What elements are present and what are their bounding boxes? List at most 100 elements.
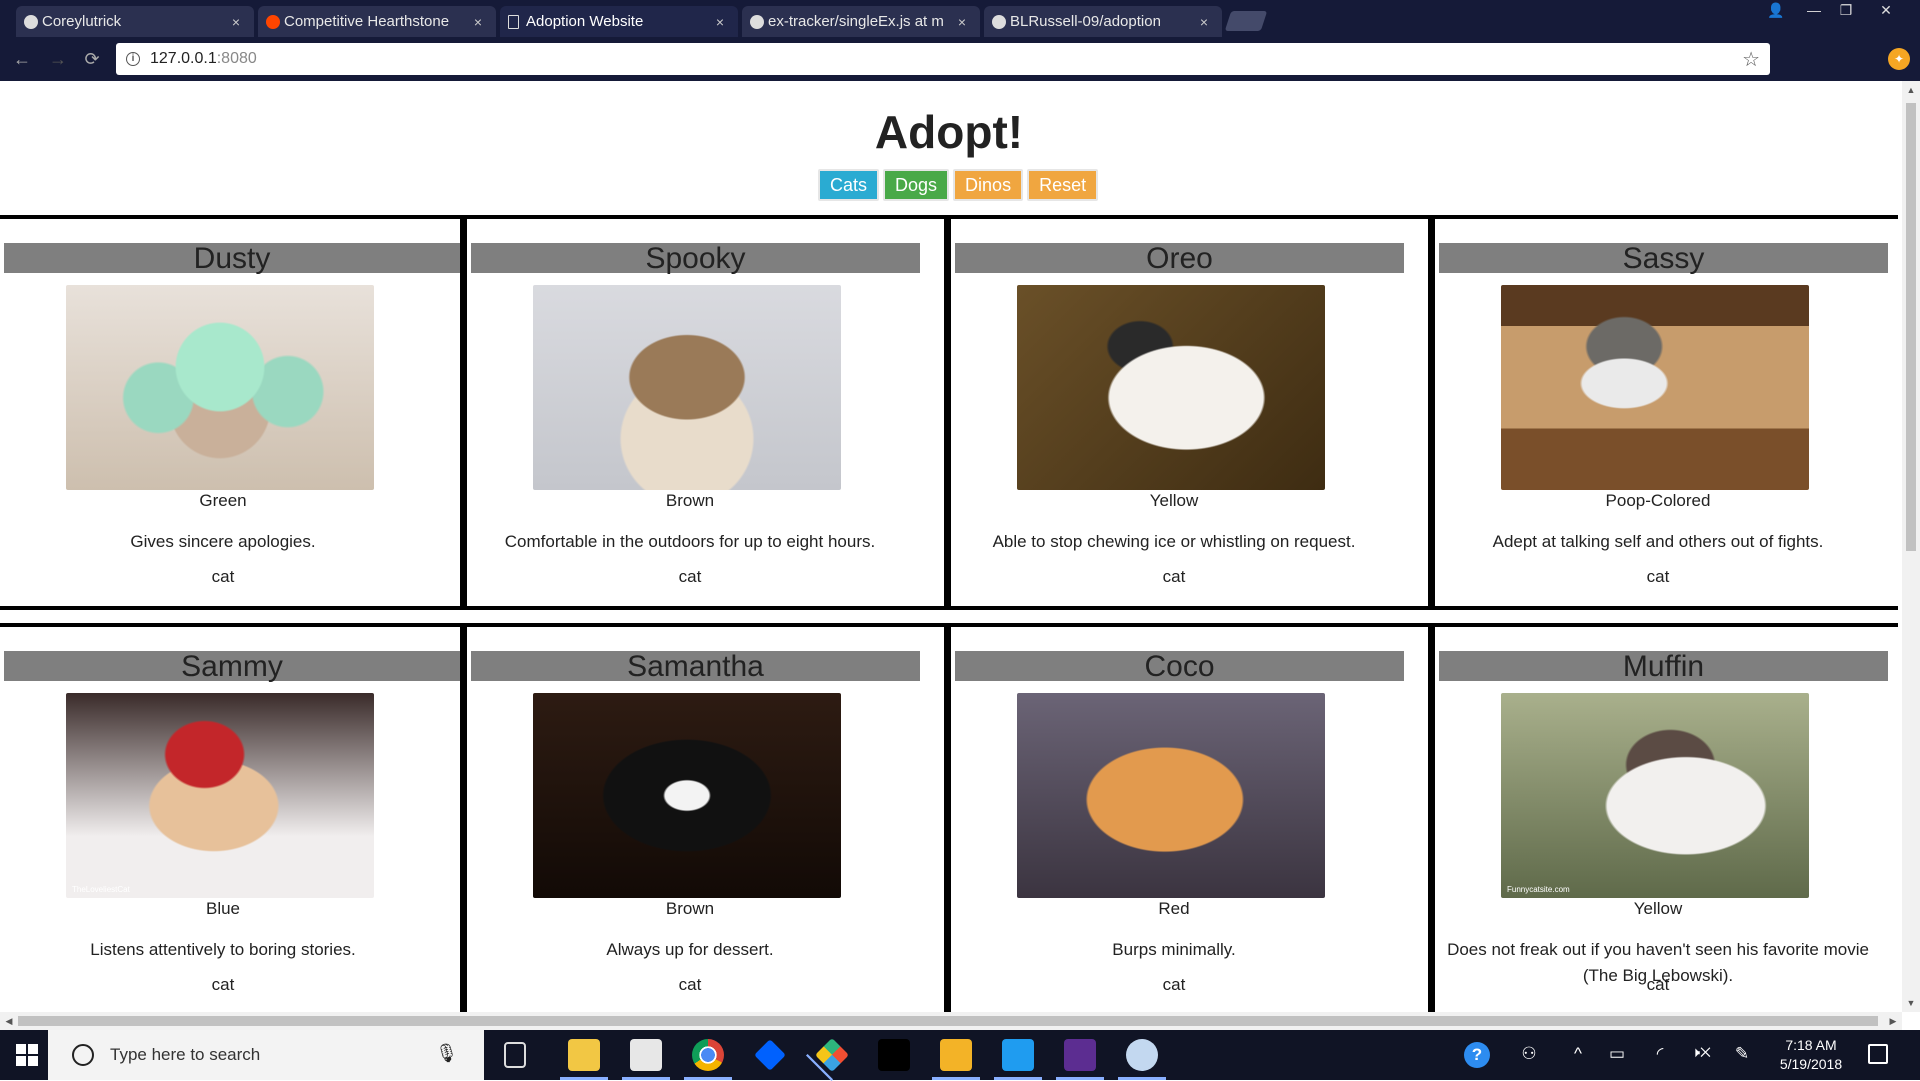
- wifi-icon[interactable]: ◜: [1648, 1044, 1672, 1066]
- tab-title: Coreylutrick: [42, 13, 122, 30]
- pet-special-skill: Comfortable in the outdoors for up to ei…: [504, 532, 876, 551]
- reload-icon[interactable]: ⟳: [80, 47, 104, 71]
- cortana-icon[interactable]: [72, 1044, 94, 1066]
- filter-button-group: Cats Dogs Dinos Reset: [818, 169, 1099, 201]
- browser-toolbar: ← → ⟳ i 127.0.0.1:8080 ☆ ✦: [0, 37, 1920, 81]
- pet-color: Poop-Colored: [1605, 491, 1711, 510]
- windows-taskbar: Type here to search 🎙 ? ⚇ ^ ▭ ◜ 🕨✕ ✎ 7:1…: [0, 1030, 1920, 1080]
- tab-close-icon[interactable]: ×: [1196, 14, 1212, 30]
- address-bar[interactable]: i 127.0.0.1:8080 ☆: [116, 43, 1770, 75]
- pet-special-skill: Gives sincere apologies.: [130, 532, 316, 551]
- chrome-icon[interactable]: [684, 1039, 732, 1080]
- back-arrow-icon[interactable]: ←: [10, 47, 34, 71]
- restore-button[interactable]: ❐: [1828, 0, 1864, 22]
- vertical-scrollbar[interactable]: ▲ ▼: [1902, 81, 1920, 1012]
- cats-filter-button[interactable]: Cats: [818, 169, 880, 201]
- scroll-left-arrow-icon[interactable]: ◀: [0, 1012, 18, 1030]
- pet-special-skill: Listens attentively to boring stories.: [90, 940, 356, 959]
- pet-name: Dusty: [4, 243, 460, 275]
- scroll-up-arrow-icon[interactable]: ▲: [1902, 81, 1920, 99]
- tab-adoption-website[interactable]: Adoption Website ×: [500, 6, 738, 37]
- url-text[interactable]: 127.0.0.1:8080: [150, 50, 257, 68]
- git-icon[interactable]: [815, 1038, 849, 1072]
- pen-icon[interactable]: ✎: [1730, 1044, 1754, 1066]
- pet-color: Yellow: [1149, 491, 1199, 510]
- bookmark-star-icon[interactable]: ☆: [1742, 47, 1760, 72]
- store-icon[interactable]: [622, 1039, 670, 1080]
- reset-filter-button[interactable]: Reset: [1027, 169, 1099, 201]
- tab-close-icon[interactable]: ×: [712, 14, 728, 30]
- forward-arrow-icon[interactable]: →: [46, 47, 70, 71]
- new-tab-button[interactable]: [1224, 11, 1268, 31]
- pet-photo: [1501, 285, 1809, 490]
- pet-name: Muffin: [1439, 651, 1888, 683]
- pet-type: cat: [678, 567, 702, 586]
- sway-icon[interactable]: [932, 1039, 980, 1080]
- tab-ex-tracker[interactable]: ex-tracker/singleEx.js at m ×: [742, 6, 980, 37]
- volume-muted-icon[interactable]: 🕨✕: [1686, 1044, 1716, 1066]
- pet-type: cat: [678, 975, 702, 994]
- user-profile-icon[interactable]: 👤: [1758, 0, 1794, 22]
- scrollbar-thumb[interactable]: [18, 1016, 1878, 1026]
- url-port: :8080: [216, 50, 257, 67]
- netflix-icon[interactable]: [878, 1039, 910, 1071]
- site-info-icon[interactable]: i: [126, 52, 140, 66]
- github-icon: [750, 15, 764, 29]
- help-icon[interactable]: ?: [1464, 1042, 1490, 1068]
- pet-photo: [533, 285, 841, 490]
- web-page: Adopt! Cats Dogs Dinos Reset Dusty Green…: [0, 81, 1902, 1012]
- pet-card: Sammy TheLoveliestCat Blue Listens atten…: [0, 627, 476, 1012]
- page-title: Adopt!: [874, 106, 1024, 158]
- tab-close-icon[interactable]: ×: [228, 14, 244, 30]
- tab-coreylutrick[interactable]: Coreylutrick ×: [16, 6, 254, 37]
- vscode-icon[interactable]: [994, 1039, 1042, 1080]
- pet-special-skill: Adept at talking self and others out of …: [1492, 532, 1824, 551]
- scrollbar-thumb[interactable]: [1906, 103, 1916, 551]
- reddit-icon: [266, 15, 280, 29]
- github-icon: [24, 15, 38, 29]
- minimize-button[interactable]: —: [1796, 0, 1832, 22]
- pet-type: cat: [1646, 975, 1670, 994]
- tab-title: ex-tracker/singleEx.js at m: [768, 13, 944, 30]
- scroll-down-arrow-icon[interactable]: ▼: [1902, 994, 1920, 1012]
- clock-date: 5/19/2018: [1779, 1056, 1843, 1072]
- pet-special-skill: Burps minimally.: [1112, 940, 1236, 959]
- tab-close-icon[interactable]: ×: [954, 14, 970, 30]
- pet-photo: Funnycatsite.com: [1501, 693, 1809, 898]
- notification-center-icon[interactable]: [1868, 1044, 1888, 1064]
- microphone-icon[interactable]: 🎙: [435, 1043, 458, 1064]
- pet-special-skill: Able to stop chewing ice or whistling on…: [992, 532, 1356, 551]
- extension-icon[interactable]: ✦: [1888, 48, 1910, 70]
- pet-card: Sassy Poop-Colored Adept at talking self…: [1428, 219, 1902, 606]
- file-explorer-icon[interactable]: [560, 1039, 608, 1080]
- task-view-icon[interactable]: [504, 1042, 526, 1068]
- pet-name: Samantha: [471, 651, 920, 683]
- windows-start-icon[interactable]: [16, 1044, 38, 1066]
- pet-card: Dusty Green Gives sincere apologies. cat: [0, 219, 476, 606]
- tab-title: Adoption Website: [526, 13, 644, 30]
- visual-studio-icon[interactable]: [1056, 1039, 1104, 1080]
- tab-blrussell-adoption[interactable]: BLRussell-09/adoption ×: [984, 6, 1222, 37]
- pet-card-row: Sammy TheLoveliestCat Blue Listens atten…: [0, 623, 1898, 1012]
- dinos-filter-button[interactable]: Dinos: [953, 169, 1024, 201]
- pet-color: Blue: [205, 899, 241, 918]
- close-window-button[interactable]: ✕: [1868, 0, 1904, 22]
- tab-competitive-hearthstone[interactable]: Competitive Hearthstone ×: [258, 6, 496, 37]
- pet-card-row: Dusty Green Gives sincere apologies. cat…: [0, 215, 1898, 610]
- paint-icon[interactable]: [1118, 1039, 1166, 1080]
- scroll-right-arrow-icon[interactable]: ▶: [1884, 1012, 1902, 1030]
- pet-photo: [1017, 693, 1325, 898]
- horizontal-scrollbar[interactable]: ◀ ▶: [0, 1012, 1902, 1030]
- people-icon[interactable]: ⚇: [1516, 1044, 1542, 1066]
- taskbar-search-box[interactable]: Type here to search 🎙: [48, 1030, 484, 1080]
- pet-type: cat: [1646, 567, 1670, 586]
- taskbar-clock[interactable]: 7:18 AM 5/19/2018: [1766, 1036, 1856, 1074]
- chevron-up-icon[interactable]: ^: [1568, 1044, 1588, 1066]
- pet-name: Oreo: [955, 243, 1404, 275]
- pet-card: Oreo Yellow Able to stop chewing ice or …: [944, 219, 1420, 606]
- tab-title: BLRussell-09/adoption: [1010, 13, 1161, 30]
- dogs-filter-button[interactable]: Dogs: [883, 169, 950, 201]
- tab-close-icon[interactable]: ×: [470, 14, 486, 30]
- battery-icon[interactable]: ▭: [1604, 1044, 1630, 1066]
- dropbox-icon[interactable]: [754, 1039, 786, 1071]
